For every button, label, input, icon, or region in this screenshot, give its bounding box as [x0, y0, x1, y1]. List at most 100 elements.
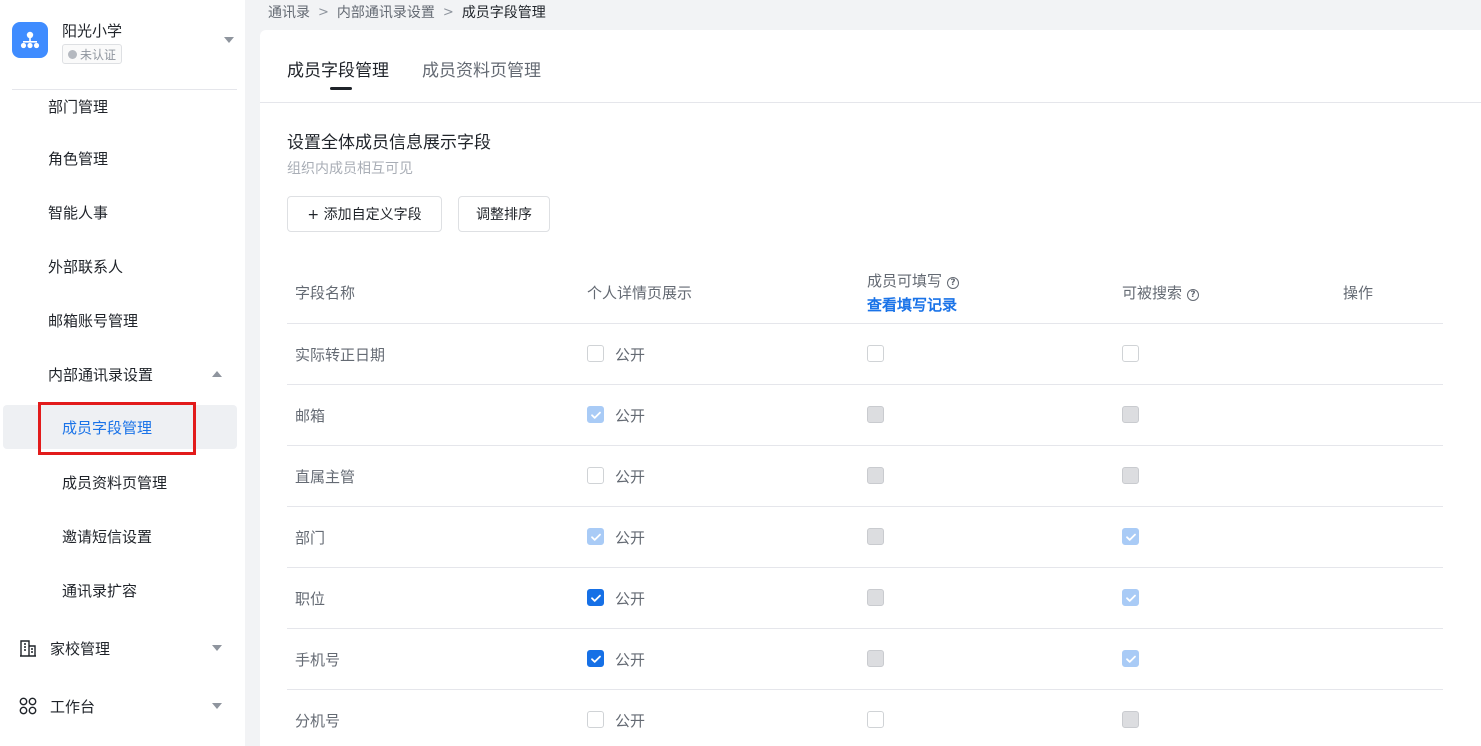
detail-visible-checkbox[interactable] [587, 589, 604, 606]
table-row: 职位 公开 [287, 568, 1443, 629]
table-row: 邮箱 公开 [287, 385, 1443, 446]
reorder-button[interactable]: 调整排序 [458, 196, 550, 232]
sidebar-item-label: 智能人事 [48, 203, 109, 222]
field-name: 部门 [295, 529, 326, 547]
sidebar-item-label: 成员字段管理 [62, 418, 153, 437]
column-header-name: 字段名称 [295, 284, 356, 302]
main-panel: 成员字段管理 成员资料页管理 设置全体成员信息展示字段 组织内成员相互可见 + … [260, 30, 1481, 746]
apps-icon [19, 697, 37, 715]
member-fillable-checkbox [867, 406, 884, 423]
tab-bar: 成员字段管理 成员资料页管理 [260, 30, 1481, 103]
column-header-searchable: 可被搜索? [1122, 282, 1200, 303]
sidebar-item-label: 内部通讯录设置 [48, 365, 154, 384]
column-header-fillable: 成员可填写? [867, 270, 960, 291]
sidebar-item-label: 通讯录扩容 [62, 581, 138, 600]
detail-visible-checkbox[interactable] [587, 467, 604, 484]
chevron-down-icon[interactable] [224, 37, 234, 43]
sidebar-item-roles[interactable]: 角色管理 [0, 136, 245, 180]
public-label: 公开 [615, 712, 646, 730]
field-name: 分机号 [295, 712, 341, 730]
sidebar-item-member-fields[interactable]: 成员字段管理 [3, 405, 237, 449]
breadcrumb-item-internal-directory[interactable]: 内部通讯录设置 [337, 2, 435, 22]
member-fillable-checkbox [867, 528, 884, 545]
sidebar-item-label: 邀请短信设置 [62, 527, 153, 546]
column-header-detail: 个人详情页展示 [587, 284, 693, 302]
field-name: 实际转正日期 [295, 346, 386, 364]
detail-visible-checkbox[interactable] [587, 650, 604, 667]
org-name: 阳光小学 [62, 22, 123, 40]
sidebar-item-label: 部门管理 [48, 97, 109, 116]
field-name: 手机号 [295, 651, 341, 669]
public-label: 公开 [615, 590, 646, 608]
field-name: 职位 [295, 590, 326, 608]
section-subtitle: 组织内成员相互可见 [287, 161, 413, 177]
searchable-checkbox [1122, 406, 1139, 423]
breadcrumb-item-current: 成员字段管理 [461, 5, 546, 21]
sidebar-item-label: 外部联系人 [48, 257, 124, 276]
column-header-searchable-label: 可被搜索 [1122, 284, 1183, 302]
org-logo-icon [12, 22, 48, 58]
member-fillable-checkbox[interactable] [867, 345, 884, 362]
tab-active-indicator [330, 87, 352, 90]
verification-badge: 未认证 [62, 44, 123, 64]
sidebar-item-member-profile[interactable]: 成员资料页管理 [0, 460, 245, 504]
sidebar-item-workbench[interactable]: 工作台 [0, 684, 245, 728]
column-header-actions: 操作 [1343, 284, 1374, 302]
table-row: 直属主管 公开 [287, 446, 1443, 507]
sidebar-item-external-contacts[interactable]: 外部联系人 [0, 244, 245, 288]
shield-icon [68, 49, 77, 59]
verification-badge-label: 未认证 [80, 47, 117, 62]
searchable-checkbox [1122, 650, 1139, 667]
member-fillable-checkbox [867, 650, 884, 667]
help-icon[interactable]: ? [1187, 289, 1200, 301]
table-header: 字段名称 个人详情页展示 成员可填写? 查看填写记录 可被搜索? 操作 [287, 262, 1443, 324]
member-fillable-checkbox[interactable] [867, 711, 884, 728]
sidebar-item-email-accounts[interactable]: 邮箱账号管理 [0, 298, 245, 342]
sidebar-item-home-school[interactable]: 家校管理 [0, 626, 245, 670]
sidebar-item-invite-sms[interactable]: 邀请短信设置 [0, 514, 245, 558]
sidebar-item-label: 角色管理 [48, 149, 109, 168]
tab-member-profile[interactable]: 成员资料页管理 [422, 56, 541, 81]
searchable-checkbox [1122, 528, 1139, 545]
detail-visible-checkbox[interactable] [587, 345, 604, 362]
table-row: 实际转正日期 公开 [287, 324, 1443, 385]
public-label: 公开 [615, 468, 646, 486]
sidebar: 阳光小学 未认证 部门管理 角色管理 智能人事 外部联系人 邮箱账号管理 内部通… [0, 0, 245, 746]
table-row: 分机号 公开 [287, 690, 1443, 746]
add-custom-field-button[interactable]: + 添加自定义字段 [287, 196, 442, 232]
searchable-checkbox [1122, 467, 1139, 484]
chevron-up-icon [212, 371, 222, 377]
field-name: 邮箱 [295, 407, 326, 425]
sidebar-item-department[interactable]: 部门管理 [0, 90, 245, 128]
sidebar-item-label: 工作台 [50, 697, 96, 716]
column-header-fillable-label: 成员可填写 [867, 272, 943, 290]
sidebar-item-label: 邮箱账号管理 [48, 311, 139, 330]
sidebar-item-smart-hr[interactable]: 智能人事 [0, 190, 245, 234]
sidebar-item-directory-expansion[interactable]: 通讯录扩容 [0, 568, 245, 612]
sidebar-item-label: 成员资料页管理 [62, 473, 168, 492]
public-label: 公开 [615, 651, 646, 669]
tab-member-fields[interactable]: 成员字段管理 [287, 56, 389, 81]
breadcrumb: 通讯录 > 内部通讯录设置 > 成员字段管理 [268, 2, 546, 22]
public-label: 公开 [615, 346, 646, 364]
searchable-checkbox [1122, 711, 1139, 728]
breadcrumb-separator: > [442, 4, 454, 20]
searchable-checkbox[interactable] [1122, 345, 1139, 362]
sidebar-item-label: 家校管理 [50, 639, 111, 658]
detail-visible-checkbox [587, 406, 604, 423]
breadcrumb-item-directory[interactable]: 通讯录 [268, 2, 310, 22]
help-icon[interactable]: ? [947, 277, 960, 289]
chevron-down-icon [212, 645, 222, 651]
building-icon [20, 640, 36, 657]
sidebar-menu: 部门管理 角色管理 智能人事 外部联系人 邮箱账号管理 内部通讯录设置 成员字段… [0, 90, 245, 746]
section-title: 设置全体成员信息展示字段 [287, 133, 491, 153]
public-label: 公开 [615, 529, 646, 547]
chevron-down-icon [212, 703, 222, 709]
table-row: 部门 公开 [287, 507, 1443, 568]
detail-visible-checkbox[interactable] [587, 711, 604, 728]
view-fill-records-link[interactable]: 查看填写记录 [867, 294, 957, 315]
org-switcher[interactable]: 阳光小学 未认证 [0, 0, 245, 90]
sidebar-item-internal-directory[interactable]: 内部通讯录设置 [0, 352, 245, 396]
member-fillable-checkbox [867, 589, 884, 606]
searchable-checkbox [1122, 589, 1139, 606]
